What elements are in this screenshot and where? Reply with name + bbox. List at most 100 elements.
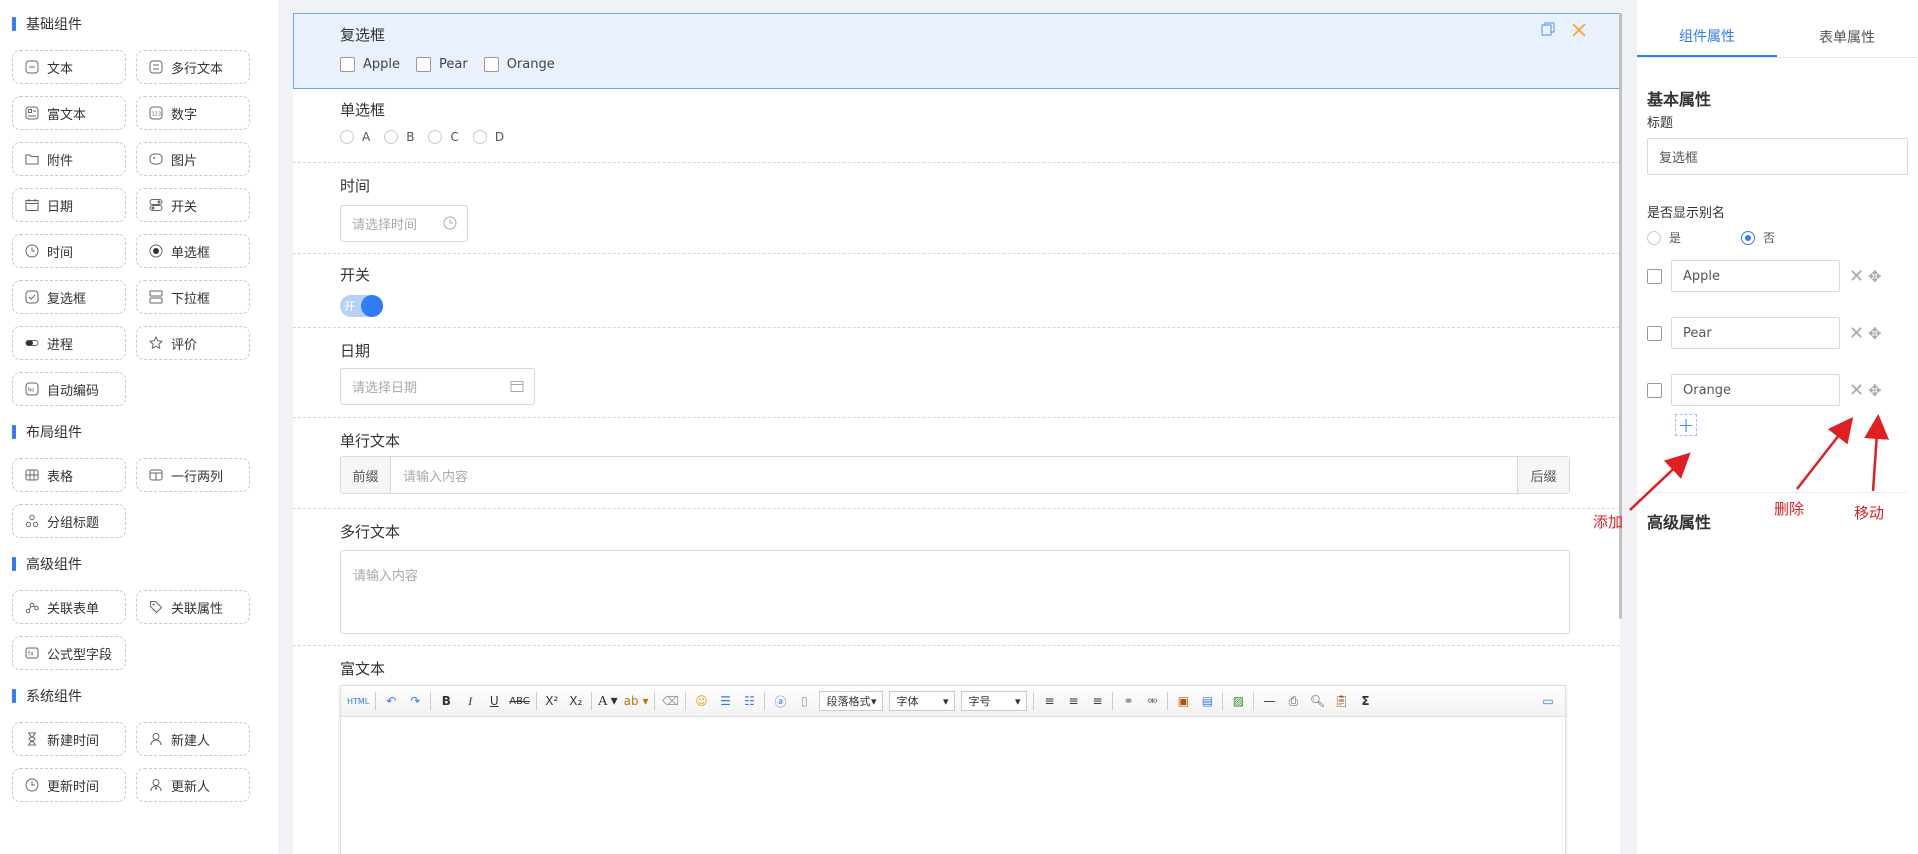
radio-option-b[interactable]: B <box>384 130 414 144</box>
highlight-icon[interactable]: ab ▾ <box>624 692 649 710</box>
radio-option-c[interactable]: C <box>428 130 459 144</box>
palette-item-progress[interactable]: 进程 <box>12 326 126 360</box>
emoji-icon[interactable]: ☺ <box>692 692 710 710</box>
formula-sigma-icon[interactable]: Σ <box>1356 692 1374 710</box>
canvas-field-radio[interactable]: 单选框 A B C D <box>293 89 1620 163</box>
document-icon[interactable]: ▯ <box>795 692 813 710</box>
checkbox-box[interactable] <box>416 57 432 72</box>
palette-item-image[interactable]: 图片 <box>136 142 250 176</box>
palette-item-number[interactable]: 123 数字 <box>136 96 250 130</box>
palette-item-updated-time[interactable]: 更新时间 <box>12 768 126 802</box>
input-placeholder[interactable]: 请输入内容 <box>391 457 1517 493</box>
palette-item-formula[interactable]: fx 公式型字段 <box>12 636 126 670</box>
insert-image-icon[interactable]: ▨ <box>1229 692 1247 710</box>
unlink-icon[interactable]: ⚮ <box>1143 692 1161 710</box>
title-input[interactable]: 复选框 <box>1647 138 1908 175</box>
option-default-checkbox[interactable] <box>1647 268 1662 284</box>
palette-item-time[interactable]: 时间 <box>12 234 126 268</box>
link-icon[interactable]: ⚭ <box>1119 692 1137 710</box>
palette-item-dropdown[interactable]: 下拉框 <box>136 280 250 314</box>
video-icon[interactable]: ▣ <box>1174 692 1192 710</box>
move-option-icon[interactable]: ✥ <box>1868 324 1881 343</box>
media-icon[interactable]: ▤ <box>1198 692 1216 710</box>
align-right-icon[interactable]: ≡ <box>1088 692 1106 710</box>
canvas-field-rich-text[interactable]: 富文本 HTML ↶ ↷ B I U ABC X² X₂ A ▾ ab ▾ ⌫ … <box>293 646 1620 854</box>
date-picker-input[interactable]: 请选择日期 <box>340 368 535 405</box>
superscript-icon[interactable]: X² <box>543 692 561 710</box>
delete-option-icon[interactable]: ✕ <box>1849 380 1864 401</box>
option-input[interactable]: Pear <box>1671 317 1840 349</box>
palette-item-rating[interactable]: 评价 <box>136 326 250 360</box>
radio-option-a[interactable]: A <box>340 130 370 144</box>
canvas-field-single-text[interactable]: 单行文本 前缀 请输入内容 后缀 <box>293 418 1620 509</box>
delete-option-icon[interactable]: ✕ <box>1849 323 1864 344</box>
subscript-icon[interactable]: X₂ <box>567 692 585 710</box>
checkbox-option-orange[interactable]: Orange <box>483 57 555 72</box>
italic-icon[interactable]: I <box>461 692 479 710</box>
move-option-icon[interactable]: ✥ <box>1868 381 1881 400</box>
unordered-list-icon[interactable]: ☷ <box>740 692 758 710</box>
html-source-icon[interactable]: HTML <box>347 692 369 710</box>
option-input[interactable]: Apple <box>1671 260 1840 292</box>
palette-item-link-attribute[interactable]: 关联属性 <box>136 590 250 624</box>
print-icon[interactable]: ⎙ <box>1284 692 1302 710</box>
palette-item-table[interactable]: 表格 <box>12 458 126 492</box>
align-left-icon[interactable]: ≡ <box>1040 692 1058 710</box>
editor-content-area[interactable] <box>341 717 1565 854</box>
time-picker-input[interactable]: 请选择时间 <box>340 205 468 242</box>
ordered-list-icon[interactable]: ☰ <box>716 692 734 710</box>
redo-icon[interactable]: ↷ <box>406 692 424 710</box>
paragraph-format-select[interactable]: 段落格式 ▾ <box>819 691 884 711</box>
palette-item-group-title[interactable]: 分组标题 <box>12 504 126 538</box>
checkbox-option-apple[interactable]: Apple <box>340 57 400 72</box>
font-size-select[interactable]: 字号 ▾ <box>961 691 1028 711</box>
bold-icon[interactable]: B <box>437 692 455 710</box>
palette-item-auto-code[interactable]: No 自动编码 <box>12 372 126 406</box>
palette-item-switch[interactable]: 开关 <box>136 188 250 222</box>
underline-icon[interactable]: U <box>485 692 503 710</box>
fullscreen-icon[interactable]: ▭ <box>1539 692 1557 710</box>
font-color-icon[interactable]: A ▾ <box>598 692 618 710</box>
palette-item-date[interactable]: 日期 <box>12 188 126 222</box>
multi-text-textarea[interactable]: 请输入内容 <box>340 550 1570 634</box>
switch-toggle[interactable]: 开 <box>340 295 383 317</box>
checkbox-box[interactable] <box>483 57 499 72</box>
canvas-field-time[interactable]: 时间 请选择时间 <box>293 163 1620 254</box>
palette-item-creator[interactable]: 新建人 <box>136 722 250 756</box>
option-default-checkbox[interactable] <box>1647 325 1662 341</box>
strikethrough-icon[interactable]: ABC <box>509 692 530 710</box>
palette-item-rich-text[interactable]: 富文本 <box>12 96 126 130</box>
checkbox-option-pear[interactable]: Pear <box>416 57 468 72</box>
eraser-icon[interactable]: ⌫ <box>661 692 679 710</box>
palette-item-updater[interactable]: 更新人 <box>136 768 250 802</box>
add-option-button[interactable]: + <box>1675 413 1697 437</box>
palette-item-link-form[interactable]: 关联表单 <box>12 590 126 624</box>
canvas-field-checkbox[interactable]: 复选框 Apple Pear Orange <box>293 13 1620 89</box>
alias-radio-no[interactable]: 否 <box>1741 229 1775 246</box>
palette-item-two-column[interactable]: 一行两列 <box>136 458 250 492</box>
copy-icon[interactable] <box>1541 22 1555 42</box>
move-option-icon[interactable]: ✥ <box>1868 267 1881 286</box>
horizontal-rule-icon[interactable]: — <box>1260 692 1278 710</box>
canvas-field-date[interactable]: 日期 请选择日期 <box>293 328 1620 418</box>
delete-option-icon[interactable]: ✕ <box>1849 266 1864 287</box>
option-input[interactable]: Orange <box>1671 374 1840 406</box>
canvas-field-multi-text[interactable]: 多行文本 请输入内容 <box>293 509 1620 646</box>
close-icon[interactable] <box>1571 22 1587 42</box>
tab-form-properties[interactable]: 表单属性 <box>1777 0 1917 57</box>
font-family-select[interactable]: 字体 ▾ <box>889 691 956 711</box>
palette-item-attachment[interactable]: 附件 <box>12 142 126 176</box>
single-text-input[interactable]: 前缀 请输入内容 后缀 <box>340 456 1570 494</box>
palette-item-multiline-text[interactable]: 多行文本 <box>136 50 250 84</box>
radio-option-d[interactable]: D <box>472 130 504 144</box>
checkbox-box[interactable] <box>340 57 355 72</box>
option-default-checkbox[interactable] <box>1647 382 1662 398</box>
preview-icon[interactable]: 🔍︎ <box>1308 692 1326 710</box>
paste-icon[interactable]: 📋︎ <box>1332 692 1350 710</box>
palette-item-checkbox[interactable]: 复选框 <box>12 280 126 314</box>
alias-radio-yes[interactable]: 是 <box>1647 229 1681 246</box>
link-text-icon[interactable]: ⓐ <box>771 692 789 710</box>
canvas-field-switch[interactable]: 开关 开 <box>293 254 1620 328</box>
align-center-icon[interactable]: ≡ <box>1064 692 1082 710</box>
palette-item-text[interactable]: 文本 <box>12 50 126 84</box>
